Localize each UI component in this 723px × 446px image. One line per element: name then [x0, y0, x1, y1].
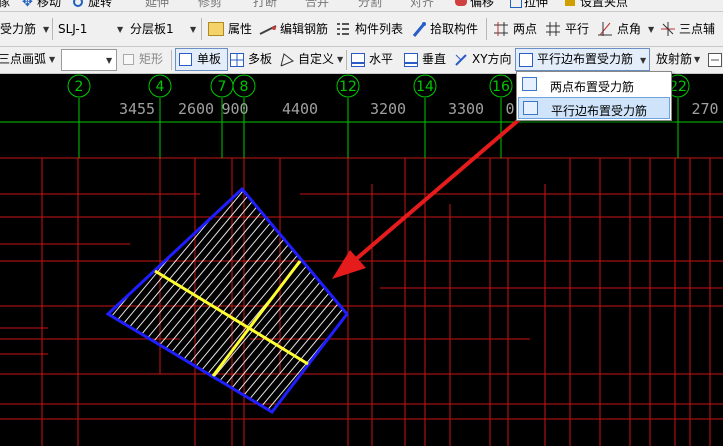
separator — [52, 18, 53, 40]
axis-label: 4 — [156, 79, 165, 95]
toolbar-item-clipped[interactable]: 傢 — [0, 0, 10, 9]
split-button[interactable]: 分割 — [358, 0, 382, 9]
pick-component-icon — [412, 21, 426, 37]
multi-board-button[interactable]: 多板 — [248, 52, 272, 66]
point-angle-button[interactable]: 点角 — [617, 22, 641, 36]
menu-item-parallel-edge[interactable]: 平行边布置受力筋 — [518, 97, 670, 119]
separator — [201, 18, 202, 40]
rotate-button[interactable]: 旋转 — [88, 0, 112, 9]
offset-icon — [455, 0, 467, 6]
two-points-icon — [494, 22, 508, 36]
rectangle-button[interactable]: 矩形 — [139, 52, 163, 66]
parallel-edge-icon — [519, 53, 533, 67]
dimension-text: 900 — [221, 100, 248, 118]
single-board-icon — [179, 53, 192, 66]
chevron-down-icon[interactable]: ▼ — [648, 26, 654, 34]
toolbar-row-3: 三点画弧 ▼ ▼ 矩形 单板 多板 自定义 ▼ 水平 垂直 XY方向 平行边布置… — [0, 47, 723, 74]
move-icon: ✥ — [22, 0, 33, 10]
extra-tool-icon[interactable] — [708, 53, 722, 67]
toolbar-row-2: 受力筋 ▼ SLJ-1 ▼ 分层板1 ▼ 属性 编辑钢筋 构件列表 拾取构件 两… — [0, 12, 723, 47]
dimension-text: 4400 — [282, 100, 318, 118]
three-point-axis-button[interactable]: 三点辅 — [679, 22, 715, 36]
extend-button[interactable]: 延伸 — [145, 0, 169, 9]
parallel-edge-label: 平行边布置受力筋 — [537, 52, 634, 66]
two-point-layout-icon — [522, 77, 537, 91]
edit-rebar-button[interactable]: 编辑钢筋 — [280, 22, 328, 36]
custom-button[interactable]: 自定义 — [298, 52, 334, 66]
axis-label: 2 — [75, 79, 84, 95]
offset-button[interactable]: 偏移 — [470, 0, 494, 9]
layer-select[interactable]: 分层板1 — [130, 22, 174, 36]
move-button[interactable]: 移动 — [37, 0, 61, 9]
set-grip-button[interactable]: 设置夹点 — [580, 0, 628, 9]
value-combo[interactable]: ▼ — [61, 49, 117, 71]
axis-label: 8 — [240, 79, 249, 95]
rebar-type-select[interactable]: 受力筋 — [0, 22, 36, 36]
dimension-text: 3455 — [119, 100, 155, 118]
parallel-button[interactable]: 平行 — [565, 22, 589, 36]
drawing-canvas[interactable]: 2 4 7 8 12 14 16 223455 2600 900 4400 3200 3300 0 270 — [0, 74, 723, 446]
break-button[interactable]: 打断 — [253, 0, 277, 9]
axis-label: 7 — [218, 79, 227, 95]
menu-item-label: 两点布置受力筋 — [550, 80, 635, 94]
dimension-text: 3200 — [370, 100, 406, 118]
axis-label: 16 — [492, 79, 510, 95]
point-angle-icon — [598, 22, 612, 36]
axis-label: 14 — [416, 79, 434, 95]
rectangle-icon — [123, 54, 134, 65]
multi-board-icon — [230, 53, 244, 67]
single-board-button[interactable]: 单板 — [175, 48, 228, 71]
component-name-select[interactable]: SLJ-1 — [58, 22, 87, 36]
xy-direction-icon — [454, 53, 468, 67]
single-board-label: 单板 — [197, 52, 222, 66]
rotate-icon — [73, 0, 83, 7]
chevron-down-icon: ▼ — [190, 25, 197, 34]
vertical-icon — [404, 53, 418, 67]
axis-label: 12 — [339, 79, 357, 95]
chevron-down-icon: ▼ — [117, 25, 124, 34]
properties-button[interactable]: 属性 — [228, 22, 252, 36]
align-button[interactable]: 对齐 — [410, 0, 434, 9]
custom-icon — [280, 53, 294, 67]
stretch-icon — [510, 0, 522, 8]
dimension-text: 2600 — [178, 100, 214, 118]
three-point-arc-select[interactable]: 三点画弧 — [0, 52, 46, 66]
chevron-down-icon: ▼ — [106, 56, 113, 65]
chevron-down-icon: ▼ — [49, 55, 56, 64]
dimension-text: 0 — [505, 100, 514, 118]
component-list-icon — [337, 22, 349, 36]
parallel-edge-layout-icon — [523, 101, 538, 115]
dimension-text: 3300 — [448, 100, 484, 118]
separator — [346, 50, 347, 70]
radial-rebar-button[interactable]: 放射筋 — [656, 52, 692, 66]
xy-direction-button[interactable]: XY方向 — [472, 52, 512, 66]
rebar-layout-menu: 两点布置受力筋 平行边布置受力筋 — [516, 71, 672, 121]
separator — [171, 50, 172, 70]
menu-item-two-points[interactable]: 两点布置受力筋 — [518, 74, 670, 96]
three-point-axis-icon — [661, 22, 675, 36]
edit-rebar-icon — [259, 24, 277, 35]
chevron-down-icon: ▼ — [640, 56, 647, 65]
horizontal-icon — [351, 53, 365, 67]
dimension-text: 270 — [691, 100, 718, 118]
stretch-button[interactable]: 拉伸 — [524, 0, 548, 9]
parallel-icon — [546, 22, 560, 36]
horizontal-button[interactable]: 水平 — [369, 52, 393, 66]
separator — [486, 18, 487, 40]
chevron-down-icon[interactable]: ▼ — [694, 56, 700, 64]
pick-component-button[interactable]: 拾取构件 — [430, 22, 478, 36]
properties-icon — [208, 22, 224, 36]
chevron-down-icon: ▼ — [43, 25, 50, 34]
merge-button[interactable]: 合并 — [305, 0, 329, 9]
grip-icon — [565, 0, 575, 6]
vertical-button[interactable]: 垂直 — [422, 52, 446, 66]
chevron-down-icon[interactable]: ▼ — [337, 56, 343, 64]
trim-button[interactable]: 修剪 — [198, 0, 222, 9]
menu-item-label: 平行边布置受力筋 — [551, 104, 648, 118]
component-list-button[interactable]: 构件列表 — [355, 22, 403, 36]
two-points-button[interactable]: 两点 — [513, 22, 537, 36]
parallel-edge-button[interactable]: 平行边布置受力筋 ▼ — [515, 48, 650, 71]
toolbar-row-1: 傢 ✥ 移动 旋转 延伸 修剪 打断 合并 分割 对齐 偏移 拉伸 设置夹点 — [0, 0, 723, 12]
